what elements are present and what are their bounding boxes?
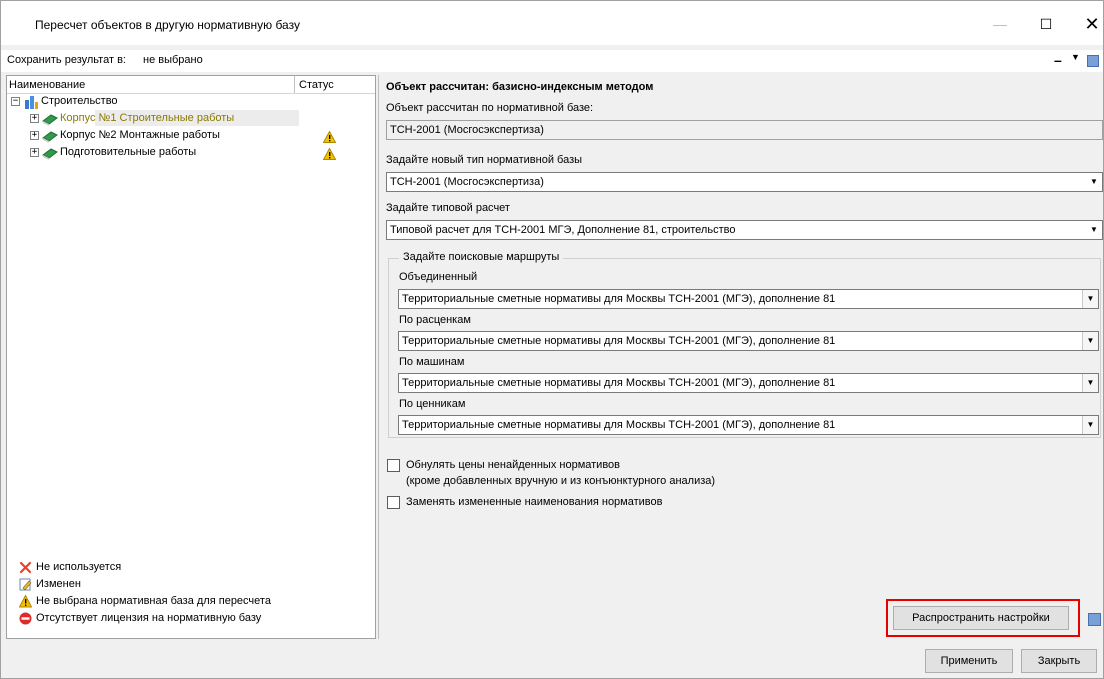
zero-prices-checkbox[interactable]	[387, 459, 400, 472]
window-title: Пересчет объектов в другую нормативную б…	[35, 18, 300, 32]
spread-settings-button[interactable]: Распространить настройки	[893, 606, 1069, 630]
expand-icon[interactable]: +	[30, 114, 39, 123]
help-icon[interactable]	[1087, 55, 1099, 67]
clear-save-button[interactable]: –	[1054, 52, 1062, 68]
replace-names-checkbox[interactable]	[387, 496, 400, 509]
new-base-select[interactable]: ТСН-2001 (Мосгосэкспертиза) ▼	[386, 172, 1103, 192]
calc-base-label: Объект рассчитан по нормативной базе:	[386, 102, 594, 114]
calc-method-title: Объект рассчитан: базисно-индексным мето…	[386, 81, 654, 93]
no-entry-icon	[19, 612, 32, 625]
route-select-machines[interactable]: Территориальные сметные нормативы для Мо…	[398, 373, 1099, 393]
tree-node-item[interactable]: + Корпус №1 Строительные работы	[7, 111, 375, 127]
warning-icon	[323, 148, 336, 160]
tree-node-label: Корпус №2 Монтажные работы	[60, 129, 220, 141]
close-button[interactable]: Закрыть	[1021, 649, 1097, 673]
typical-calc-select[interactable]: Типовой расчет для ТСН-2001 МГЭ, Дополне…	[386, 220, 1103, 240]
books-icon	[42, 114, 58, 126]
warning-icon	[323, 131, 336, 143]
help-icon[interactable]	[1088, 613, 1101, 626]
chevron-down-icon[interactable]: ▼	[1082, 332, 1098, 350]
maximize-button[interactable]: ☐	[1023, 9, 1069, 39]
collapse-icon[interactable]: −	[11, 97, 20, 106]
chevron-down-icon[interactable]: ▼	[1082, 374, 1098, 392]
route-select-pricelists[interactable]: Территориальные сметные нормативы для Мо…	[398, 415, 1099, 435]
books-icon	[42, 148, 58, 160]
search-routes-group: Задайте поисковые маршруты Объединенный …	[388, 251, 1101, 438]
pane-splitter[interactable]	[378, 75, 379, 639]
edit-icon	[19, 578, 32, 591]
tree-node-root[interactable]: − Строительство	[7, 94, 375, 110]
object-tree-panel: Наименование Статус − Строительство + Ко…	[6, 75, 376, 639]
warning-icon	[19, 595, 32, 608]
new-base-label: Задайте новый тип нормативной базы	[386, 154, 583, 166]
expand-icon[interactable]: +	[30, 131, 39, 140]
route-value: Территориальные сметные нормативы для Мо…	[402, 419, 836, 431]
tree-header: Наименование Статус	[7, 76, 375, 94]
route-value: Территориальные сметные нормативы для Мо…	[402, 293, 836, 305]
tree-node-label: Подготовительные работы	[60, 146, 197, 158]
chevron-down-icon[interactable]: ▼	[1086, 173, 1102, 191]
calc-base-value: ТСН-2001 (Мосгосэкспертиза)	[390, 124, 544, 136]
tree-node-item[interactable]: + Подготовительные работы	[7, 145, 375, 161]
legend-text: Не выбрана нормативная база для пересчет…	[36, 595, 271, 607]
apply-button[interactable]: Применить	[925, 649, 1013, 673]
save-result-value[interactable]: не выбрано	[143, 54, 203, 66]
route-label: По ценникам	[399, 398, 466, 410]
title-bar: Пересчет объектов в другую нормативную б…	[1, 1, 1103, 45]
save-result-label: Сохранить результат в:	[7, 54, 126, 66]
legend-text: Не используется	[36, 561, 122, 573]
zero-prices-note: (кроме добавленных вручную и из конъюнкт…	[406, 475, 716, 487]
building-icon	[25, 96, 38, 109]
legend-text: Отсутствует лицензия на нормативную базу	[36, 612, 262, 624]
books-icon	[42, 131, 58, 143]
chevron-down-icon[interactable]: ▼	[1086, 221, 1102, 239]
typical-calc-value: Типовой расчет для ТСН-2001 МГЭ, Дополне…	[390, 224, 736, 236]
chevron-down-icon[interactable]: ▼	[1082, 416, 1098, 434]
save-result-bar: Сохранить результат в: не выбрано – ▼	[1, 50, 1103, 72]
close-window-button[interactable]: ✕	[1069, 9, 1104, 39]
search-routes-title: Задайте поисковые маршруты	[399, 251, 564, 263]
route-label: По расценкам	[399, 314, 471, 326]
settings-panel: Объект рассчитан: базисно-индексным мето…	[382, 75, 1103, 639]
route-select-combined[interactable]: Территориальные сметные нормативы для Мо…	[398, 289, 1099, 309]
save-dropdown-button[interactable]: ▼	[1071, 52, 1080, 62]
cross-icon	[19, 561, 32, 574]
expand-icon[interactable]: +	[30, 148, 39, 157]
route-select-prices[interactable]: Территориальные сметные нормативы для Мо…	[398, 331, 1099, 351]
zero-prices-label: Обнулять цены ненайденных нормативов	[406, 459, 621, 471]
dialog-window: Пересчет объектов в другую нормативную б…	[0, 0, 1104, 679]
tree-node-item[interactable]: + Корпус №2 Монтажные работы	[7, 128, 375, 144]
tree-node-label: Корпус №1 Строительные работы	[60, 112, 235, 124]
column-header-name[interactable]: Наименование	[9, 79, 85, 91]
column-header-status[interactable]: Статус	[299, 79, 334, 91]
route-label: По машинам	[399, 356, 465, 368]
route-value: Территориальные сметные нормативы для Мо…	[402, 377, 836, 389]
new-base-value: ТСН-2001 (Мосгосэкспертиза)	[390, 176, 544, 188]
route-value: Территориальные сметные нормативы для Мо…	[402, 335, 836, 347]
tree-node-label: Строительство	[41, 95, 118, 107]
chevron-down-icon[interactable]: ▼	[1082, 290, 1098, 308]
typical-calc-label: Задайте типовой расчет	[386, 202, 510, 214]
calc-base-field: ТСН-2001 (Мосгосэкспертиза)	[386, 120, 1103, 140]
minimize-button[interactable]: —	[977, 9, 1023, 39]
legend-text: Изменен	[36, 578, 81, 590]
column-divider[interactable]	[294, 76, 295, 93]
route-label: Объединенный	[399, 271, 478, 283]
replace-names-label: Заменять измененные наименования нормати…	[406, 496, 663, 508]
